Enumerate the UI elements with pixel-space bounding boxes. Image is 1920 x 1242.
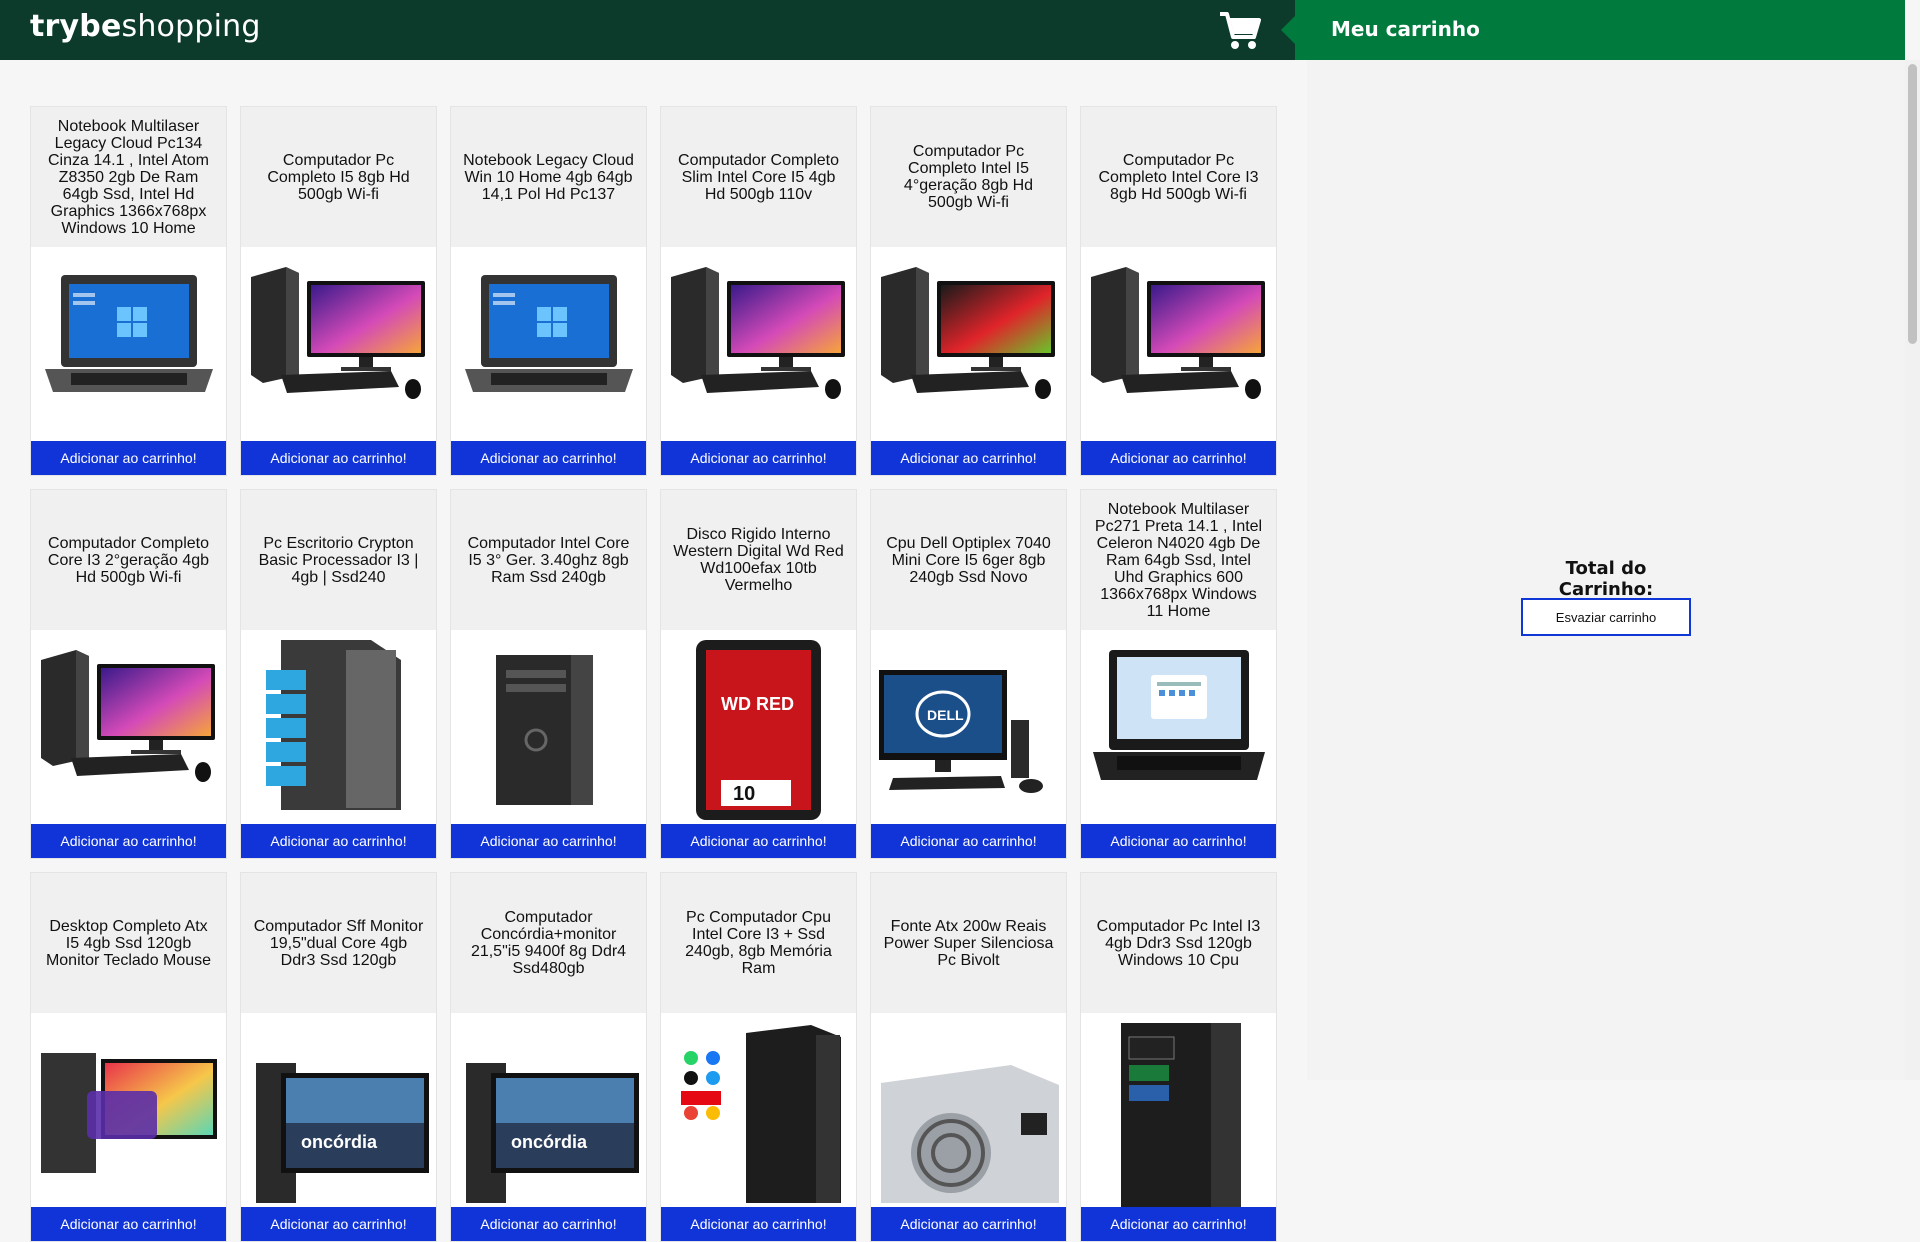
product-image <box>241 630 436 824</box>
svg-text:WD RED: WD RED <box>721 694 794 714</box>
add-to-cart-button[interactable]: Adicionar ao carrinho! <box>241 824 436 858</box>
product-title: Notebook Legacy Cloud Win 10 Home 4gb 64… <box>463 151 634 203</box>
add-to-cart-button[interactable]: Adicionar ao carrinho! <box>871 824 1066 858</box>
add-to-cart-button[interactable]: Adicionar ao carrinho! <box>1081 441 1276 475</box>
product-card: Computador Completo Core I3 2°geração 4g… <box>30 489 227 859</box>
product-image <box>31 1013 226 1207</box>
add-to-cart-button[interactable]: Adicionar ao carrinho! <box>31 441 226 475</box>
product-card: Computador Pc Completo I5 8gb Hd 500gb W… <box>240 106 437 476</box>
product-card: Computador Completo Slim Intel Core I5 4… <box>660 106 857 476</box>
add-to-cart-button[interactable]: Adicionar ao carrinho! <box>1081 1207 1276 1241</box>
add-to-cart-button[interactable]: Adicionar ao carrinho! <box>241 1207 436 1241</box>
product-image: oncórdia <box>451 1013 646 1207</box>
shopping-cart-icon[interactable] <box>1218 10 1262 52</box>
product-image <box>1081 1013 1276 1207</box>
add-to-cart-button[interactable]: Adicionar ao carrinho! <box>661 441 856 475</box>
empty-cart-button[interactable]: Esvaziar carrinho <box>1521 598 1691 636</box>
product-image <box>871 247 1066 441</box>
product-image <box>451 630 646 824</box>
product-card: Notebook Multilaser Legacy Cloud Pc134 C… <box>30 106 227 476</box>
add-to-cart-button[interactable]: Adicionar ao carrinho! <box>871 441 1066 475</box>
product-card: Notebook Legacy Cloud Win 10 Home 4gb 64… <box>450 106 647 476</box>
add-to-cart-button[interactable]: Adicionar ao carrinho! <box>31 824 226 858</box>
product-card: Desktop Completo Atx I5 4gb Ssd 120gb Mo… <box>30 872 227 1242</box>
product-title: Computador Pc Completo I5 8gb Hd 500gb W… <box>267 151 410 203</box>
product-image <box>1081 247 1276 441</box>
add-to-cart-button[interactable]: Adicionar ao carrinho! <box>661 1207 856 1241</box>
product-card: Pc Escritorio Crypton Basic Processador … <box>240 489 437 859</box>
product-title: Computador Completo Core I3 2°geração 4g… <box>47 534 210 586</box>
product-card: Computador Pc Completo Intel Core I3 8gb… <box>1080 106 1277 476</box>
add-to-cart-button[interactable]: Adicionar ao carrinho! <box>241 441 436 475</box>
product-card: Pc Computador Cpu Intel Core I3 + Ssd 24… <box>660 872 857 1242</box>
product-image <box>661 247 856 441</box>
svg-text:oncórdia: oncórdia <box>301 1132 378 1152</box>
product-title: Disco Rigido Interno Western Digital Wd … <box>673 526 844 594</box>
logo[interactable]: trybeshopping <box>30 9 261 44</box>
product-card: Computador Intel Core I5 3° Ger. 3.40ghz… <box>450 489 647 859</box>
add-to-cart-button[interactable]: Adicionar ao carrinho! <box>661 824 856 858</box>
product-image: oncórdia <box>241 1013 436 1207</box>
cart-total-label: Total do Carrinho: <box>1558 558 1654 600</box>
product-title: Cpu Dell Optiplex 7040 Mini Core I5 6ger… <box>886 534 1051 586</box>
product-title: Pc Computador Cpu Intel Core I3 + Ssd 24… <box>685 909 832 977</box>
product-card: Cpu Dell Optiplex 7040 Mini Core I5 6ger… <box>870 489 1067 859</box>
svg-text:oncórdia: oncórdia <box>511 1132 588 1152</box>
product-image <box>241 247 436 441</box>
add-to-cart-button[interactable]: Adicionar ao carrinho! <box>1081 824 1276 858</box>
product-title: Computador Pc Completo Intel Core I3 8gb… <box>1098 151 1259 203</box>
product-title: Notebook Multilaser Legacy Cloud Pc134 C… <box>48 117 209 237</box>
add-to-cart-button[interactable]: Adicionar ao carrinho! <box>451 441 646 475</box>
product-title: Fonte Atx 200w Reais Power Super Silenci… <box>883 917 1054 969</box>
product-card: Disco Rigido Interno Western Digital Wd … <box>660 489 857 859</box>
product-grid: Notebook Multilaser Legacy Cloud Pc134 C… <box>30 106 1280 1242</box>
product-image <box>451 247 646 441</box>
cart-header: Meu carrinho <box>1281 0 1905 60</box>
top-bar: trybeshopping <box>0 0 1295 60</box>
product-card: Computador Pc Intel I3 4gb Ddr3 Ssd 120g… <box>1080 872 1277 1242</box>
add-to-cart-button[interactable]: Adicionar ao carrinho! <box>31 1207 226 1241</box>
scrollbar-thumb[interactable] <box>1908 64 1917 344</box>
product-title: Computador Sff Monitor 19,5"dual Core 4g… <box>253 917 424 969</box>
cart-title: Meu carrinho <box>1331 17 1480 41</box>
product-image <box>31 247 226 441</box>
add-to-cart-button[interactable]: Adicionar ao carrinho! <box>871 1207 1066 1241</box>
product-card: Computador Pc Completo Intel I5 4°geraçã… <box>870 106 1067 476</box>
svg-text:DELL: DELL <box>927 707 964 723</box>
product-title: Desktop Completo Atx I5 4gb Ssd 120gb Mo… <box>45 917 212 969</box>
product-image <box>661 1013 856 1207</box>
product-title: Notebook Multilaser Pc271 Preta 14.1 , I… <box>1094 500 1263 620</box>
product-card: Notebook Multilaser Pc271 Preta 14.1 , I… <box>1080 489 1277 859</box>
product-image <box>31 630 226 824</box>
product-image: WD RED 10 <box>661 630 856 824</box>
product-image: DELL <box>871 630 1066 824</box>
product-image <box>1081 630 1276 824</box>
product-title: Computador Completo Slim Intel Core I5 4… <box>678 151 839 203</box>
product-title: Pc Escritorio Crypton Basic Processador … <box>258 534 419 586</box>
product-card: Fonte Atx 200w Reais Power Super Silenci… <box>870 872 1067 1242</box>
add-to-cart-button[interactable]: Adicionar ao carrinho! <box>451 824 646 858</box>
product-title: Computador Pc Intel I3 4gb Ddr3 Ssd 120g… <box>1096 917 1261 969</box>
product-image <box>871 1013 1066 1207</box>
svg-text:10: 10 <box>733 783 755 805</box>
logo-bold-text: trybe <box>30 9 122 44</box>
product-card: Computador Concórdia+monitor 21,5"i5 940… <box>450 872 647 1242</box>
product-card: Computador Sff Monitor 19,5"dual Core 4g… <box>240 872 437 1242</box>
product-title: Computador Pc Completo Intel I5 4°geraçã… <box>903 143 1034 211</box>
product-title: Computador Intel Core I5 3° Ger. 3.40ghz… <box>467 534 630 586</box>
logo-regular-text: shopping <box>121 9 261 44</box>
product-title: Computador Concórdia+monitor 21,5"i5 940… <box>470 909 627 977</box>
add-to-cart-button[interactable]: Adicionar ao carrinho! <box>451 1207 646 1241</box>
